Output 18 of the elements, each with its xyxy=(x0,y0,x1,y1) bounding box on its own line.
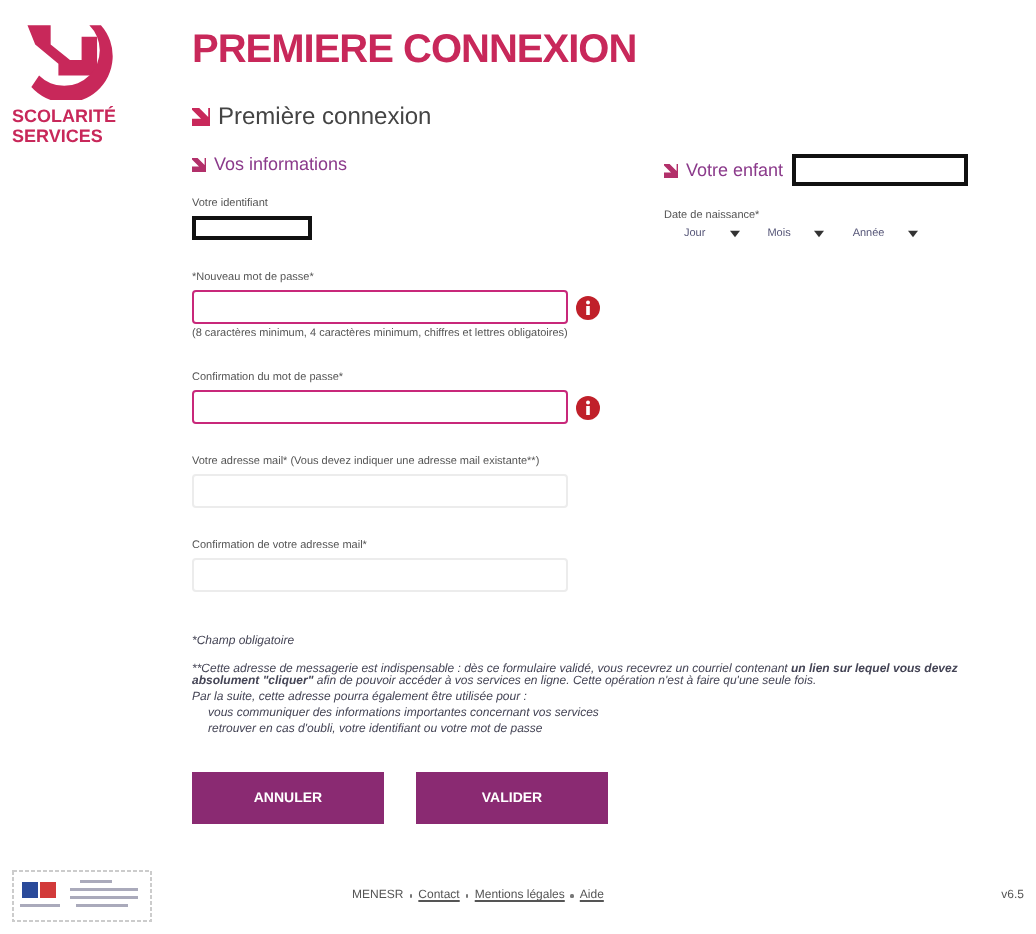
info-icon xyxy=(576,295,600,319)
section-title: Première connexion xyxy=(218,102,432,130)
arrow-icon xyxy=(664,163,678,177)
caret-icon xyxy=(814,230,825,238)
logo-text: SCOLARITÉ xyxy=(12,106,119,126)
caret-icon xyxy=(729,230,740,238)
redacted-field xyxy=(192,216,312,240)
logo-text: SERVICES xyxy=(12,126,105,146)
input-field[interactable] xyxy=(192,390,568,424)
government-logo-drawing xyxy=(12,870,152,922)
page-title: PREMIERE CONNEXION xyxy=(192,28,639,74)
arrow-icon xyxy=(192,157,206,171)
input-field[interactable] xyxy=(192,290,568,324)
info-icon xyxy=(576,395,600,419)
section-heading: Votre enfant xyxy=(686,160,784,180)
section-heading: Vos informations xyxy=(214,154,348,174)
arrow-icon xyxy=(192,107,210,125)
caret-icon xyxy=(908,230,919,238)
